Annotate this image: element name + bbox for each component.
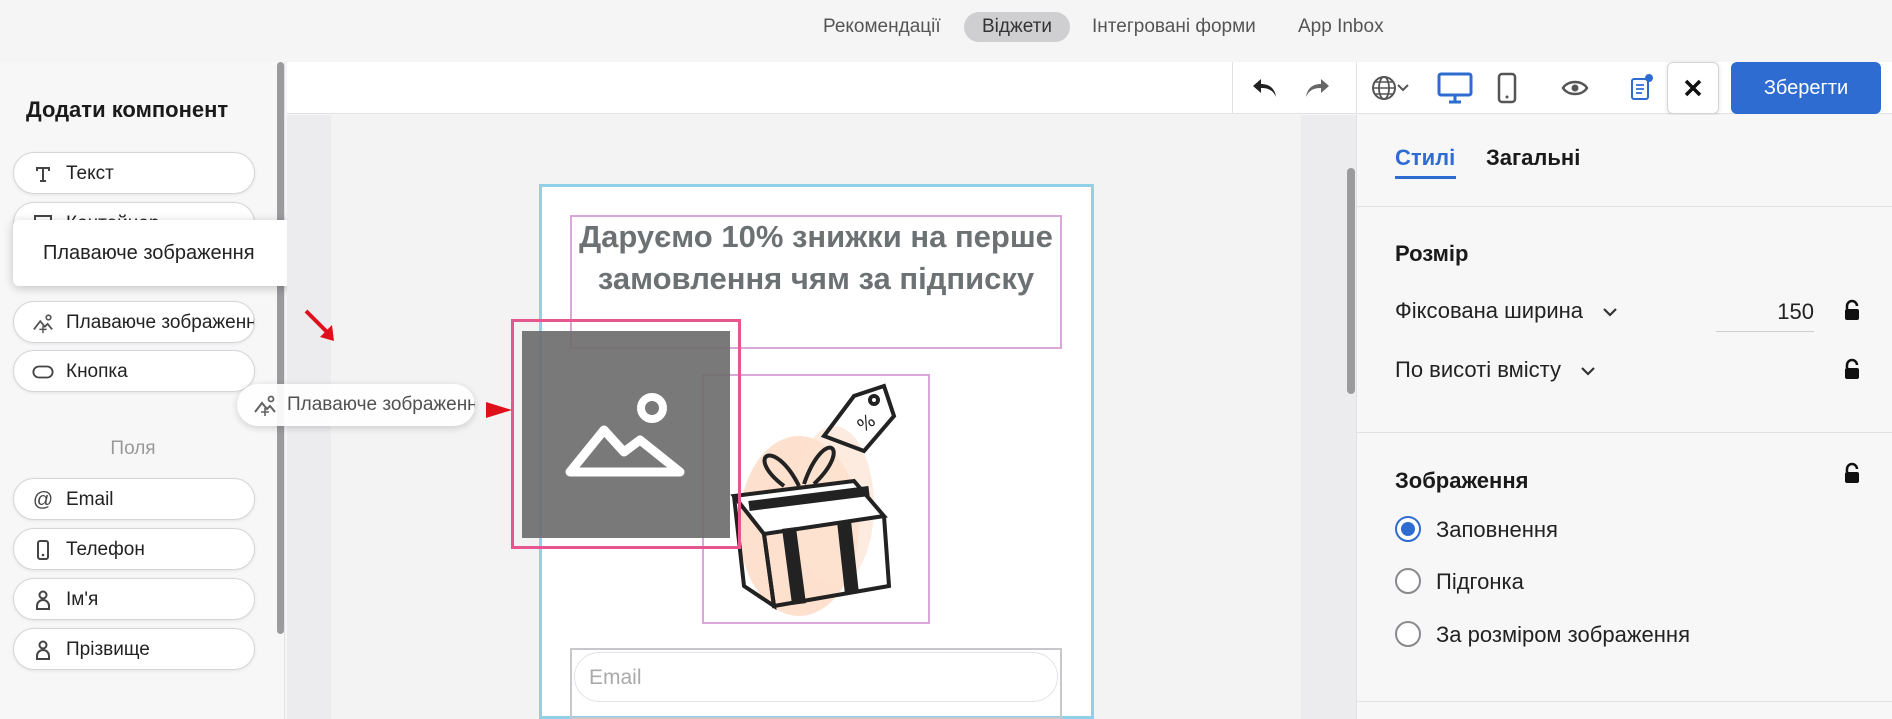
radio-fill-label[interactable]: Заповнення: [1436, 517, 1558, 543]
desktop-view-button[interactable]: [1436, 68, 1474, 108]
radio-fill[interactable]: [1395, 516, 1421, 542]
floating-image-icon: [32, 312, 54, 334]
mobile-icon: [1497, 72, 1517, 104]
component-label: Кнопка: [66, 361, 128, 382]
at-icon: @: [32, 488, 54, 511]
radio-image-size[interactable]: [1395, 621, 1421, 647]
email-input[interactable]: Email: [574, 652, 1058, 702]
field-first-name[interactable]: Ім'я: [13, 578, 255, 620]
tab-app-inbox[interactable]: App Inbox: [1280, 12, 1402, 42]
divider: [1356, 206, 1892, 207]
field-label: Email: [66, 489, 114, 510]
text-icon: [32, 163, 54, 185]
toolbar-divider: [1232, 62, 1233, 114]
person-icon: [32, 589, 54, 611]
floating-image-placeholder[interactable]: [522, 331, 730, 538]
eye-icon: [1561, 80, 1589, 96]
close-icon: [1684, 79, 1702, 97]
size-section-title: Розмір: [1395, 241, 1469, 266]
image-section-title: Зображення: [1395, 468, 1529, 493]
chevron-down-icon: [1603, 307, 1617, 317]
tab-general[interactable]: Загальні: [1486, 145, 1580, 171]
component-floating-image[interactable]: Плаваюче зображення: [13, 301, 255, 343]
mobile-view-button[interactable]: [1494, 68, 1520, 108]
arrow-indicator-icon: [304, 309, 334, 341]
divider: [1356, 432, 1892, 433]
component-button[interactable]: Кнопка: [13, 350, 255, 392]
left-panel-scrollbar[interactable]: [277, 62, 284, 634]
tab-styles[interactable]: Стилі: [1395, 145, 1455, 171]
globe-icon: [1372, 76, 1396, 100]
tab-recommendations[interactable]: Рекомендації: [805, 12, 959, 42]
widget-headline[interactable]: Даруємо 10% знижки на перше замовлення ч…: [575, 216, 1057, 300]
field-phone[interactable]: Телефон: [13, 528, 255, 570]
undo-button[interactable]: [1248, 68, 1282, 108]
radio-fit-label[interactable]: Підгонка: [1436, 569, 1524, 595]
notes-button[interactable]: [1626, 68, 1656, 108]
button-shape-icon: [32, 361, 54, 383]
notes-icon: [1631, 74, 1653, 100]
width-mode-dropdown[interactable]: Фіксована ширина: [1395, 298, 1617, 324]
image-placeholder-icon: [565, 392, 685, 476]
width-mode-label: Фіксована ширина: [1395, 298, 1583, 323]
fields-section-title: Поля: [110, 438, 156, 459]
unlock-icon[interactable]: [1842, 358, 1862, 382]
width-value-input[interactable]: 150: [1716, 292, 1814, 332]
phone-icon: [32, 539, 54, 561]
redo-icon: [1306, 79, 1329, 97]
undo-icon: [1253, 79, 1276, 97]
canvas-scrollbar[interactable]: [1347, 168, 1355, 394]
chevron-down-icon: [1581, 366, 1595, 376]
field-label: Телефон: [66, 539, 145, 560]
radio-image-size-label[interactable]: За розміром зображення: [1436, 622, 1690, 648]
dragging-component-chip[interactable]: Плаваюче зображення: [237, 384, 475, 426]
field-label: Ім'я: [66, 589, 99, 610]
svg-text:%: %: [854, 410, 880, 437]
drag-chip-label: Плаваюче зображення: [287, 394, 475, 415]
unlock-icon[interactable]: [1842, 299, 1862, 323]
component-text[interactable]: Текст: [13, 152, 255, 194]
component-label: Текст: [66, 163, 114, 184]
arrow-indicator-icon: [486, 402, 512, 418]
save-button[interactable]: Зберегти: [1731, 62, 1881, 114]
tab-integrated-forms[interactable]: Інтегровані форми: [1074, 12, 1274, 42]
field-label: Прізвище: [66, 639, 150, 660]
height-mode-dropdown[interactable]: По висоті вмісту: [1395, 357, 1595, 383]
component-label: Плаваюче зображення: [66, 312, 255, 333]
radio-fit[interactable]: [1395, 568, 1421, 594]
chevron-down-icon: [1397, 84, 1409, 92]
preview-button[interactable]: [1560, 68, 1590, 108]
redo-button[interactable]: [1300, 68, 1334, 108]
field-email[interactable]: @ Email: [13, 478, 255, 520]
field-last-name[interactable]: Прізвище: [13, 628, 255, 670]
active-tab-underline: [1395, 176, 1456, 179]
toolbar-divider: [1356, 62, 1357, 114]
top-navigation: Рекомендації Віджети Інтегровані форми A…: [0, 0, 1892, 52]
person-icon: [32, 639, 54, 661]
add-component-title: Додати компонент: [26, 97, 229, 122]
unlock-icon[interactable]: [1842, 462, 1862, 486]
divider: [1356, 701, 1892, 702]
component-tooltip: Плаваюче зображення: [13, 220, 300, 286]
language-dropdown[interactable]: [1368, 68, 1412, 108]
tab-widgets[interactable]: Віджети: [964, 12, 1070, 42]
floating-image-icon: [253, 394, 277, 422]
close-button[interactable]: [1667, 62, 1719, 114]
desktop-icon: [1437, 72, 1473, 104]
height-mode-label: По висоті вмісту: [1395, 357, 1561, 382]
